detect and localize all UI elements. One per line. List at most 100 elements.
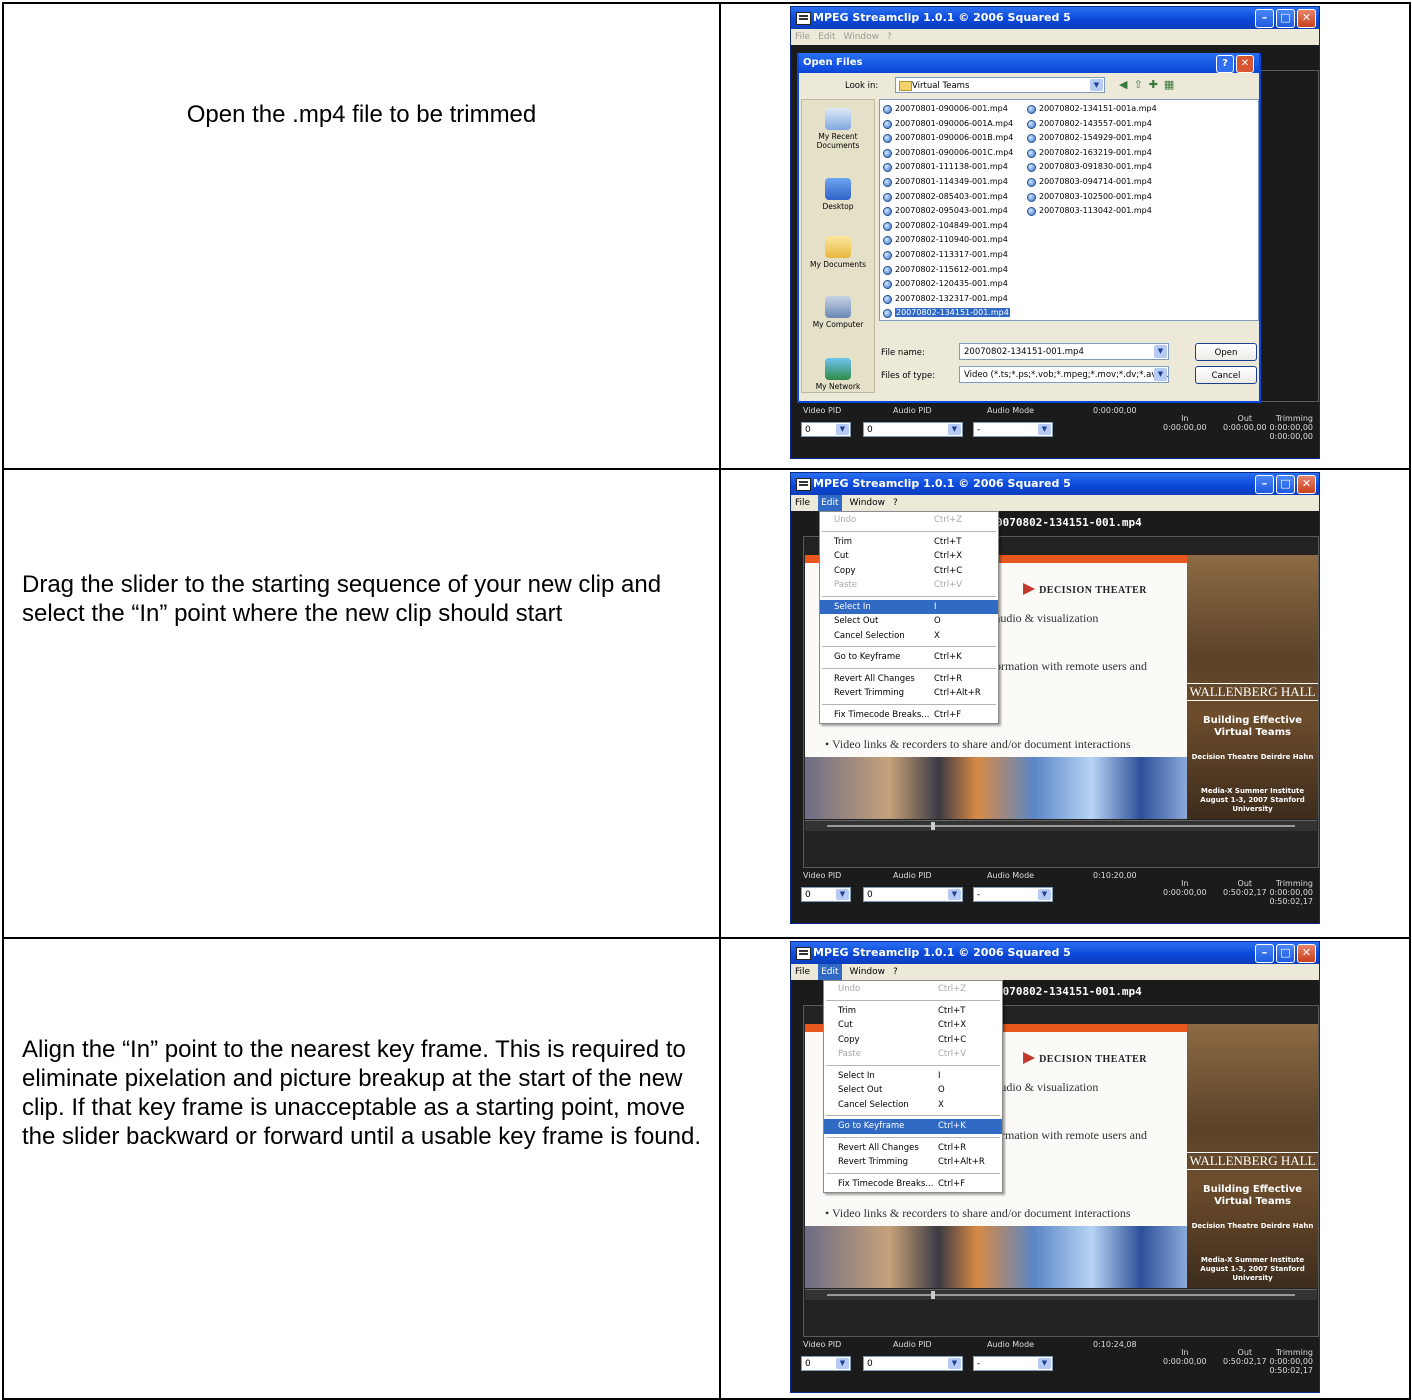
menu-item-trim[interactable]: Trim Ctrl+T [820, 535, 998, 550]
chevron-down-icon[interactable]: ▼ [1154, 368, 1167, 381]
file-item[interactable]: 20070802-095043-001.mp4 [882, 204, 1013, 219]
menu-file[interactable]: File [795, 29, 810, 45]
look-in-select[interactable]: Virtual Teams ▼ [895, 77, 1105, 93]
close-button[interactable]: ✕ [1297, 475, 1316, 494]
menu-item-trim[interactable]: Trim Ctrl+T [824, 1004, 1002, 1019]
chevron-down-icon[interactable]: ▼ [1154, 345, 1167, 358]
audio-mode-select[interactable]: - ▼ [973, 1356, 1053, 1371]
place-desktop[interactable]: Desktop [802, 178, 874, 211]
menu-window[interactable]: Window [844, 29, 880, 45]
menu-item-revert-all-changes[interactable]: Revert All Changes Ctrl+R [824, 1141, 1002, 1156]
maximize-button[interactable]: □ [1276, 475, 1295, 494]
file-item[interactable]: 20070802-104849-001.mp4 [882, 219, 1013, 234]
menu-help[interactable]: ? [893, 495, 898, 511]
menu-file[interactable]: File [795, 495, 810, 511]
menu-file[interactable]: File [795, 964, 810, 980]
audio-pid-select[interactable]: 0 ▼ [863, 1356, 963, 1371]
help-button[interactable]: ? [1216, 55, 1234, 73]
new-folder-icon[interactable]: ✚ [1149, 78, 1158, 91]
file-item[interactable]: 20070801-090006-001B.mp4 [882, 131, 1013, 146]
place-my-recent-documents[interactable]: My Recent Documents [802, 108, 874, 150]
file-item[interactable]: 20070803-102500-001.mp4 [1026, 190, 1157, 205]
menu-item-revert-all-changes[interactable]: Revert All Changes Ctrl+R [820, 672, 998, 687]
chevron-down-icon[interactable]: ▼ [836, 424, 849, 435]
slider-thumb[interactable] [931, 1291, 935, 1299]
files-of-type-select[interactable]: Video (*.ts;*.ps;*.vob;*.mpeg;*.mov;*.dv… [959, 366, 1169, 383]
menu-item-select-in[interactable]: Select In I [824, 1069, 1002, 1084]
menu-item-fix-timecode-breaks[interactable]: Fix Timecode Breaks... Ctrl+F [820, 708, 998, 723]
chevron-down-icon[interactable]: ▼ [1038, 1358, 1051, 1369]
menu-edit[interactable]: Edit [818, 495, 842, 511]
chevron-down-icon[interactable]: ▼ [1038, 424, 1051, 435]
menu-item-copy[interactable]: Copy Ctrl+C [820, 564, 998, 579]
file-item[interactable]: 20070802-154929-001.mp4 [1026, 131, 1157, 146]
menu-item-revert-trimming[interactable]: Revert Trimming Ctrl+Alt+R [820, 686, 998, 701]
place-my-computer[interactable]: My Computer [802, 296, 874, 329]
file-item[interactable]: 20070802-110940-001.mp4 [882, 233, 1013, 248]
menu-item-fix-timecode-breaks[interactable]: Fix Timecode Breaks... Ctrl+F [824, 1177, 1002, 1192]
menu-help[interactable]: ? [893, 964, 898, 980]
file-name-input[interactable]: 20070802-134151-001.mp4 ▼ [959, 343, 1169, 360]
menu-item-cancel-selection[interactable]: Cancel Selection X [824, 1098, 1002, 1113]
file-item[interactable]: 20070802-134151-001.mp4 [882, 306, 1013, 321]
menu-item-paste[interactable]: Paste Ctrl+V [820, 578, 998, 593]
chevron-down-icon[interactable]: ▼ [836, 1358, 849, 1369]
chevron-down-icon[interactable]: ▼ [836, 889, 849, 900]
audio-pid-select[interactable]: 0 ▼ [863, 422, 963, 437]
file-item[interactable]: 20070802-163219-001.mp4 [1026, 146, 1157, 161]
file-item[interactable]: 20070802-085403-001.mp4 [882, 190, 1013, 205]
file-item[interactable]: 20070801-090006-001.mp4 [882, 102, 1013, 117]
chevron-down-icon[interactable]: ▼ [948, 424, 961, 435]
dialog-close-button[interactable]: ✕ [1236, 55, 1254, 73]
audio-mode-select[interactable]: - ▼ [973, 422, 1053, 437]
file-item[interactable]: 20070803-094714-001.mp4 [1026, 175, 1157, 190]
menu-edit[interactable]: Edit [818, 964, 842, 980]
file-item[interactable]: 20070801-090006-001A.mp4 [882, 117, 1013, 132]
maximize-button[interactable]: □ [1276, 944, 1295, 963]
menu-item-select-out[interactable]: Select Out O [820, 614, 998, 629]
file-item[interactable]: 20070803-113042-001.mp4 [1026, 204, 1157, 219]
close-button[interactable]: ✕ [1297, 9, 1316, 28]
menu-item-go-to-keyframe[interactable]: Go to Keyframe Ctrl+K [820, 650, 998, 665]
minimize-button[interactable]: – [1255, 9, 1274, 28]
open-button[interactable]: Open [1195, 343, 1257, 361]
view-menu-icon[interactable]: ▦ [1164, 78, 1174, 91]
position-slider[interactable] [805, 820, 1317, 831]
chevron-down-icon[interactable]: ▼ [1090, 79, 1103, 91]
video-pid-select[interactable]: 0 ▼ [801, 422, 851, 437]
slider-track[interactable] [827, 1294, 1295, 1296]
up-folder-icon[interactable]: ⇧ [1133, 78, 1142, 91]
menu-window[interactable]: Window [850, 964, 886, 980]
file-item[interactable]: 20070802-134151-001a.mp4 [1026, 102, 1157, 117]
video-pid-select[interactable]: 0 ▼ [801, 1356, 851, 1371]
menu-window[interactable]: Window [850, 495, 886, 511]
close-button[interactable]: ✕ [1297, 944, 1316, 963]
file-item[interactable]: 20070801-114349-001.mp4 [882, 175, 1013, 190]
slider-thumb[interactable] [931, 822, 935, 830]
place-my-network[interactable]: My Network [802, 358, 874, 391]
file-item[interactable]: 20070802-132317-001.mp4 [882, 292, 1013, 307]
menu-item-revert-trimming[interactable]: Revert Trimming Ctrl+Alt+R [824, 1155, 1002, 1170]
file-item[interactable]: 20070803-091830-001.mp4 [1026, 160, 1157, 175]
menu-item-paste[interactable]: Paste Ctrl+V [824, 1047, 1002, 1062]
menu-item-go-to-keyframe[interactable]: Go to Keyframe Ctrl+K [824, 1119, 1002, 1134]
back-icon[interactable]: ◀ [1119, 78, 1127, 91]
slider-track[interactable] [827, 825, 1295, 827]
audio-pid-select[interactable]: 0 ▼ [863, 887, 963, 902]
menu-item-cancel-selection[interactable]: Cancel Selection X [820, 629, 998, 644]
minimize-button[interactable]: – [1255, 475, 1274, 494]
chevron-down-icon[interactable]: ▼ [948, 1358, 961, 1369]
menu-item-select-out[interactable]: Select Out O [824, 1083, 1002, 1098]
chevron-down-icon[interactable]: ▼ [1038, 889, 1051, 900]
menu-help[interactable]: ? [887, 29, 892, 45]
position-slider[interactable] [805, 1289, 1317, 1300]
file-item[interactable]: 20070802-115612-001.mp4 [882, 263, 1013, 278]
menu-item-select-in[interactable]: Select In I [820, 599, 998, 614]
minimize-button[interactable]: – [1255, 944, 1274, 963]
audio-mode-select[interactable]: - ▼ [973, 887, 1053, 902]
file-item[interactable]: 20070801-111138-001.mp4 [882, 160, 1013, 175]
menu-item-copy[interactable]: Copy Ctrl+C [824, 1033, 1002, 1048]
cancel-button[interactable]: Cancel [1195, 366, 1257, 384]
menu-item-cut[interactable]: Cut Ctrl+X [824, 1018, 1002, 1033]
file-item[interactable]: 20070802-143557-001.mp4 [1026, 117, 1157, 132]
